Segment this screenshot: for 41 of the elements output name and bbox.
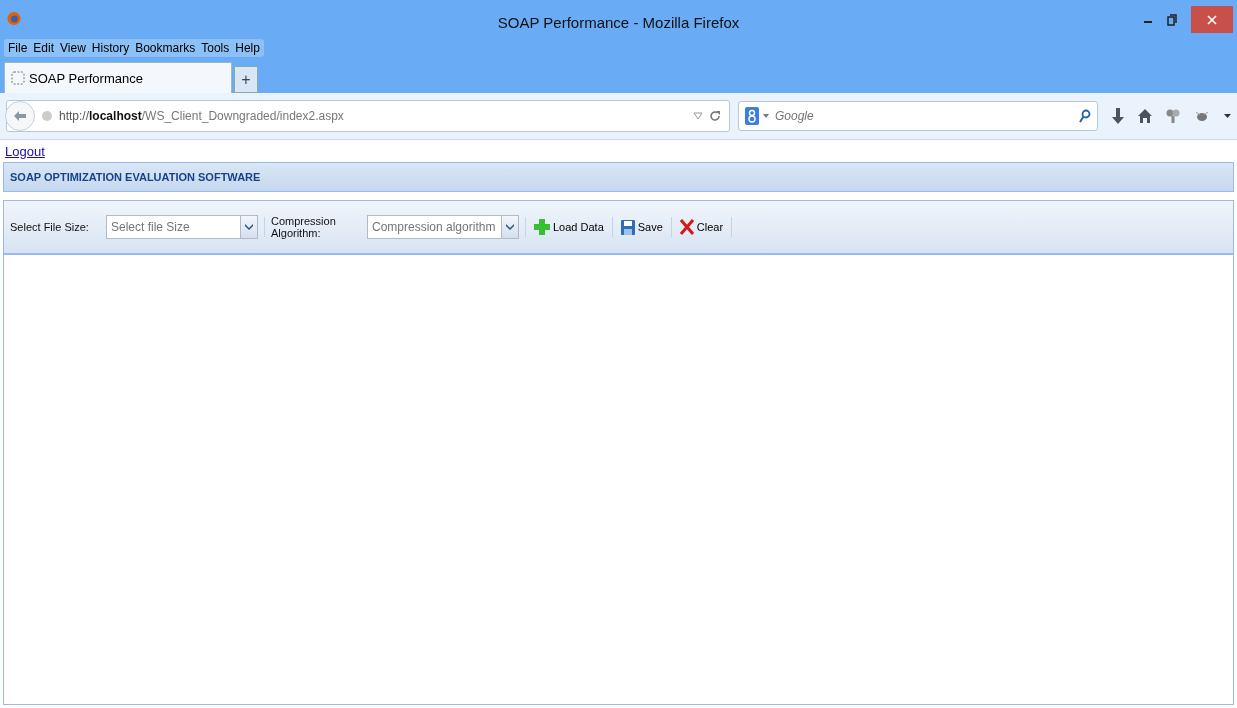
restore-icon[interactable]: [1167, 13, 1177, 26]
bug-icon[interactable]: [1194, 109, 1210, 123]
dropdown-triangle-icon[interactable]: [693, 112, 703, 120]
caret-icon[interactable]: [1224, 114, 1231, 118]
search-field[interactable]: Google: [738, 101, 1098, 131]
dropdown-field[interactable]: Compression algorithm: [367, 215, 519, 239]
menu-item[interactable]: Bookmarks: [135, 41, 196, 55]
field-label: Select File Size:: [10, 221, 90, 233]
gear-cluster-icon[interactable]: [1166, 108, 1180, 124]
new-tab-button[interactable]: +: [234, 66, 258, 93]
reload-icon[interactable]: [709, 110, 721, 122]
toolbar-button[interactable]: Save: [618, 217, 665, 237]
address-bar[interactable]: http://localhost/WS_Client_Downgraded/index2.aspx: [6, 100, 730, 132]
menu-item[interactable]: History: [91, 41, 130, 55]
back-button[interactable]: [5, 101, 35, 131]
toolbar-button[interactable]: Clear: [677, 217, 726, 237]
browser-tab[interactable]: SOAP Performance: [4, 62, 232, 93]
toolbar-button[interactable]: Load Data: [532, 217, 606, 237]
menu-item[interactable]: Help: [235, 41, 260, 55]
home-icon[interactable]: [1138, 109, 1152, 123]
close-icon: [1207, 14, 1217, 25]
page-icon: [11, 71, 25, 85]
google-icon: [745, 107, 759, 125]
tab-title: SOAP Performance: [29, 70, 143, 86]
back-arrow-icon: [13, 110, 27, 122]
cross-icon: [679, 219, 694, 235]
logout-link[interactable]: Logout: [5, 144, 1234, 162]
window-title: SOAP Performance - Mozilla Firefox: [496, 14, 741, 31]
menu-item[interactable]: View: [60, 41, 86, 55]
search-icon[interactable]: [1079, 109, 1091, 123]
url-text: http://localhost/WS_Client_Downgraded/index2.aspx: [59, 109, 344, 123]
download-arrow-icon[interactable]: [1112, 108, 1124, 124]
menu-item[interactable]: Tools: [201, 41, 230, 55]
close-button[interactable]: [1191, 6, 1233, 33]
field-label: Compression Algorithm:: [271, 215, 337, 239]
panel-title: SOAP OPTIMIZATION EVALUATION SOFTWARE: [10, 171, 261, 183]
dropdown-field[interactable]: Select file Size: [106, 215, 258, 239]
menu-item[interactable]: Edit: [33, 41, 55, 55]
plus-icon: [534, 219, 550, 235]
firefox-logo-icon: [7, 10, 21, 26]
menu-item[interactable]: File: [8, 41, 28, 55]
